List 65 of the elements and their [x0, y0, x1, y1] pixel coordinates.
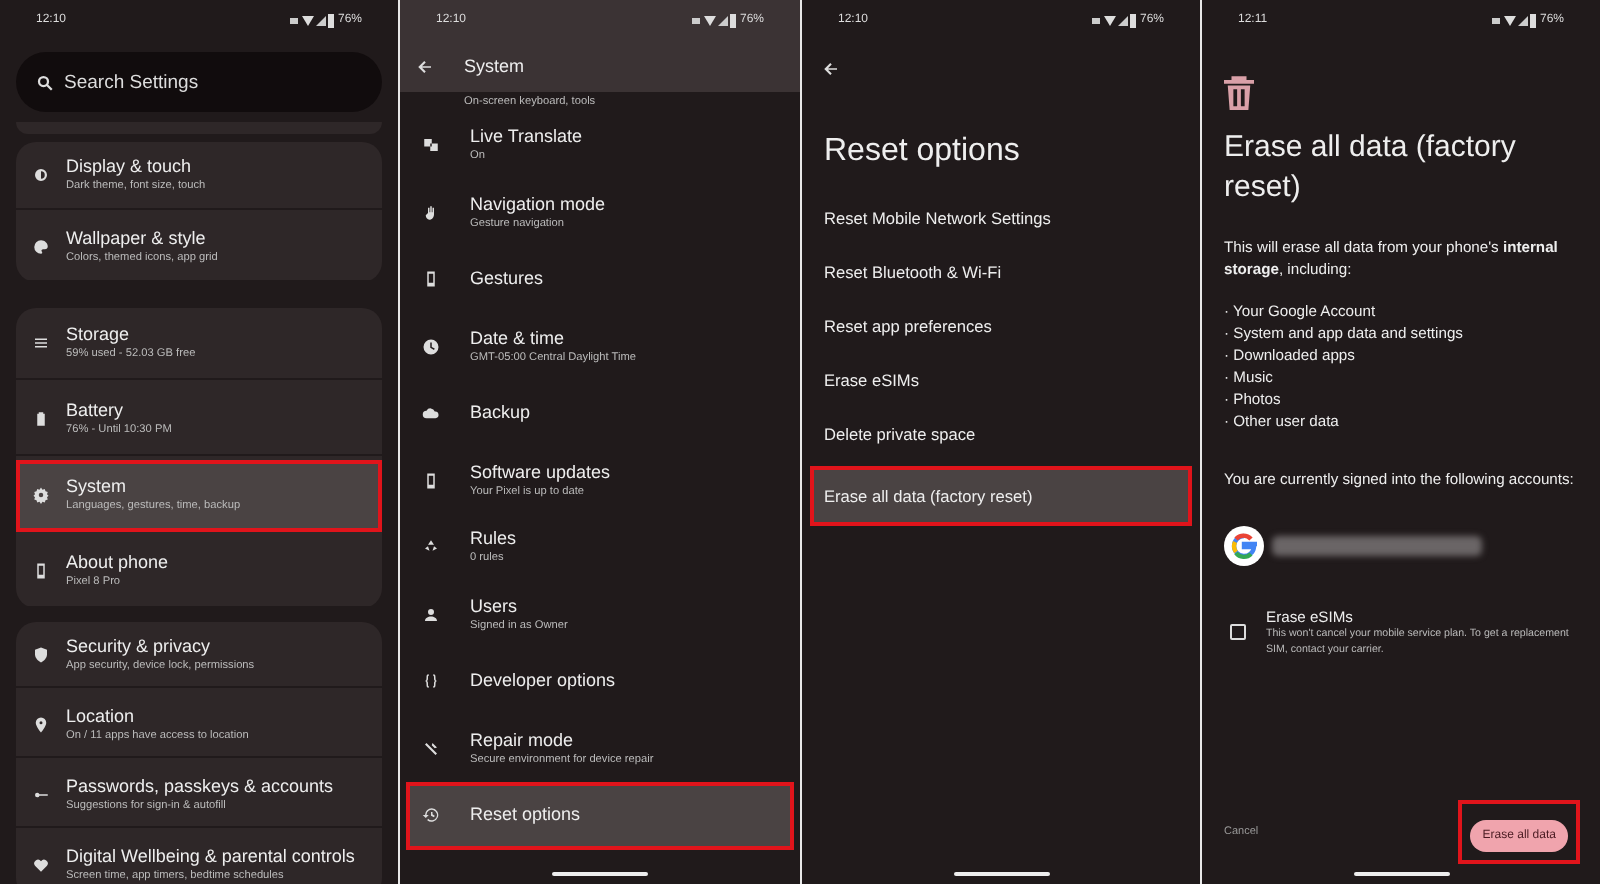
- reset-option[interactable]: Erase all data (factory reset): [810, 466, 1192, 526]
- phone-icon: [32, 562, 50, 580]
- settings-item[interactable]: Reset options: [406, 782, 794, 849]
- item-title: About phone: [66, 552, 169, 574]
- gear-icon: [32, 486, 50, 504]
- list-icon: [32, 334, 50, 352]
- cloud-icon: [422, 404, 440, 423]
- item-title: Digital Wellbeing & parental controls: [66, 845, 355, 867]
- item-title: Rules: [470, 528, 517, 551]
- item-title: Date & time: [470, 327, 567, 350]
- home-indicator: [953, 872, 1049, 876]
- screen-title: Reset options: [824, 134, 1022, 170]
- reset-option[interactable]: Reset Mobile Network Settings: [802, 190, 1200, 244]
- location-pin-icon: [32, 715, 50, 733]
- item-title: Security & privacy: [66, 635, 213, 657]
- item-title: Developer options: [470, 670, 616, 693]
- screen-title: System: [464, 56, 525, 76]
- brightness-icon: [32, 166, 50, 184]
- item-title: Reset options: [470, 804, 581, 827]
- item-title: Software updates: [470, 461, 611, 484]
- back-arrow-icon[interactable]: [822, 60, 840, 78]
- item-title: Battery: [66, 400, 126, 422]
- status-icons: [1491, 13, 1536, 27]
- settings-item[interactable]: Gestures: [400, 246, 800, 313]
- status-icons: [691, 13, 736, 27]
- item-title: Backup: [470, 402, 531, 425]
- reset-option[interactable]: Reset app preferences: [802, 298, 1200, 352]
- item-title: Navigation mode: [470, 193, 606, 216]
- reset-option[interactable]: Reset Bluetooth & Wi-Fi: [802, 244, 1200, 298]
- settings-item[interactable]: Developer options: [400, 648, 800, 715]
- item-title: Display & touch: [66, 156, 194, 178]
- palette-icon: [32, 238, 50, 256]
- settings-item[interactable]: Backup: [400, 380, 800, 447]
- phone-icon: [422, 270, 440, 289]
- item-title: Location: [66, 705, 137, 727]
- checkbox[interactable]: [1230, 624, 1246, 640]
- status-icons: [1091, 13, 1136, 27]
- person-icon: [422, 605, 440, 624]
- shield-icon: [32, 645, 50, 663]
- home-indicator: [1354, 872, 1450, 876]
- item-title: Passwords, passkeys & accounts: [66, 775, 334, 797]
- item-title: Users: [470, 595, 520, 618]
- phone-icon: [422, 471, 440, 490]
- history-icon: [422, 806, 440, 825]
- reset-option[interactable]: Erase eSIMs: [802, 352, 1200, 406]
- heart-icon: [32, 855, 50, 873]
- clock-icon: [422, 337, 440, 356]
- braces-icon: [422, 672, 440, 691]
- status-icons: [289, 13, 334, 27]
- battery-icon: [32, 410, 50, 428]
- item-title: Wallpaper & style: [66, 228, 208, 250]
- reset-option[interactable]: Delete private space: [802, 406, 1200, 460]
- trash-icon: [1224, 76, 1254, 110]
- search-field[interactable]: Search Settings: [16, 52, 382, 112]
- back-arrow-icon[interactable]: [416, 57, 434, 75]
- item-title: Gestures: [470, 268, 544, 291]
- home-indicator: [552, 872, 648, 876]
- item-title: System: [66, 476, 129, 498]
- item-title: Live Translate: [470, 126, 583, 149]
- translate-icon: [422, 136, 440, 155]
- item-title: Storage: [66, 324, 132, 346]
- hand-icon: [422, 203, 440, 222]
- screen-title: Erase all data (factory reset): [1224, 128, 1518, 208]
- google-icon: [1224, 526, 1264, 566]
- item-title: Repair mode: [470, 729, 576, 752]
